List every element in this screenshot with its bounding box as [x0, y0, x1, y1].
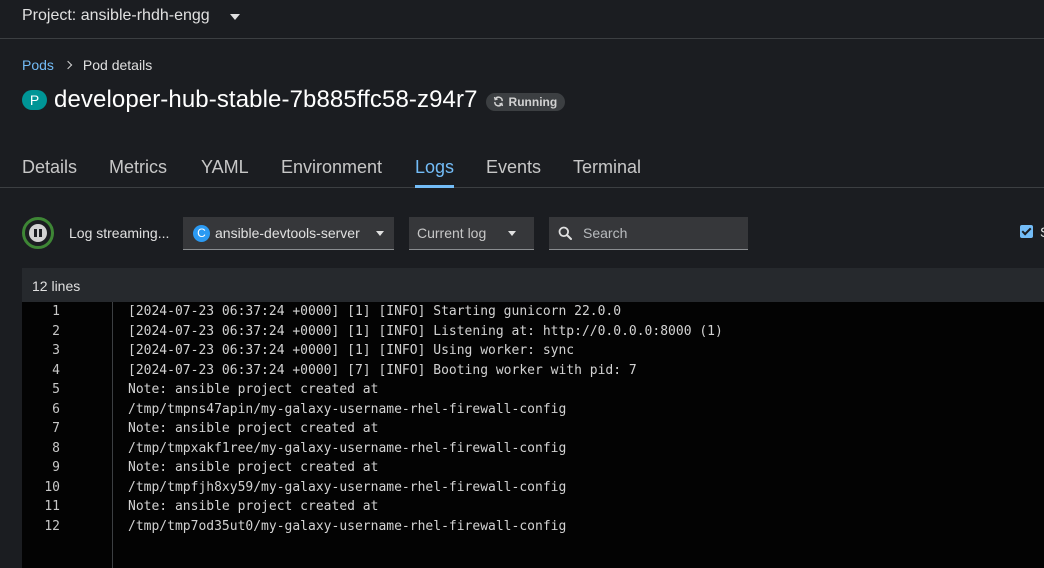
- container-select-value: ansible-devtools-server: [215, 225, 360, 241]
- tab-logs[interactable]: Logs: [415, 157, 455, 188]
- log-type-value: Current log: [417, 225, 487, 241]
- log-line: 1 [2024-07-23 06:37:24 +0000] [1] [INFO] …: [22, 303, 1044, 323]
- wrap-lines-label: S: [1040, 224, 1044, 240]
- container-select[interactable]: C ansible-devtools-server: [183, 217, 394, 250]
- log-line-text: Note: ansible project created at: [128, 382, 379, 397]
- tab-environment[interactable]: Environment: [281, 157, 382, 188]
- log-line: 9 Note: ansible project created at: [22, 459, 1044, 479]
- log-line-count: 12 lines: [22, 268, 1044, 302]
- log-line-number: 3: [52, 343, 60, 358]
- breadcrumb-current: Pod details: [82, 57, 153, 73]
- log-line: 2 [2024-07-23 06:37:24 +0000] [1] [INFO] …: [22, 323, 1044, 343]
- log-line-number: 12: [44, 518, 60, 534]
- log-line-text: [2024-07-23 06:37:24 +0000] [1] [INFO] U…: [128, 343, 575, 358]
- sync-icon: [493, 96, 503, 107]
- log-line-text: Note: ansible project created at: [128, 421, 379, 436]
- log-lines: 1 [2024-07-23 06:37:24 +0000] [1] [INFO] …: [22, 303, 1044, 537]
- log-line-number: 8: [52, 440, 60, 456]
- log-line-number: 2: [52, 323, 60, 339]
- container-badge: C: [193, 224, 210, 242]
- search-icon: [558, 226, 572, 240]
- log-line-number: 4: [52, 362, 60, 378]
- log-line: 12/tmp/tmp7od35ut0/my-galaxy-username-rh…: [22, 518, 1044, 538]
- status-label: Running: [508, 94, 558, 109]
- log-line-number: 5: [52, 382, 60, 397]
- page-title-row: P developer-hub-stable-7b885ffc58-z94r7 …: [22, 86, 566, 114]
- log-line: 11 Note: ansible project created at: [22, 498, 1044, 518]
- caret-down-icon: [508, 231, 516, 236]
- log-type-select[interactable]: Current log: [409, 217, 534, 250]
- log-line-number: 7: [52, 421, 60, 436]
- breadcrumb: Pods Pod details: [22, 57, 152, 73]
- caret-down-icon: [376, 231, 384, 236]
- chevron-right-icon: [63, 60, 73, 70]
- tab-yaml[interactable]: YAML: [201, 157, 249, 188]
- tab-metrics[interactable]: Metrics: [109, 157, 167, 188]
- log-line: 10/tmp/tmpfjh8xy59/my-galaxy-username-rh…: [22, 479, 1044, 499]
- status-badge: Running: [485, 92, 566, 111]
- log-toolbar: Log streaming... C ansible-devtools-serv…: [22, 216, 1044, 250]
- search-input[interactable]: [583, 225, 733, 241]
- log-line-text: [2024-07-23 06:37:24 +0000] [1] [INFO] L…: [128, 323, 723, 339]
- log-search[interactable]: [549, 217, 748, 250]
- breadcrumb-link-pods[interactable]: Pods: [22, 57, 54, 73]
- log-line-text: [2024-07-23 06:37:24 +0000] [1] [INFO] S…: [128, 304, 622, 319]
- project-selector[interactable]: Project: ansible-rhdh-engg: [22, 7, 240, 25]
- log-line-number: 6: [52, 401, 60, 417]
- log-line-text: [2024-07-23 06:37:24 +0000] [7] [INFO] B…: [128, 362, 637, 378]
- log-line: 3 [2024-07-23 06:37:24 +0000] [1] [INFO] …: [22, 342, 1044, 362]
- log-line-text: Note: ansible project created at: [128, 499, 379, 514]
- pause-streaming-button[interactable]: [22, 217, 54, 249]
- log-line: 6/tmp/tmpns47apin/my-galaxy-username-rhe…: [22, 401, 1044, 421]
- log-line: 4 [2024-07-23 06:37:24 +0000] [7] [INFO] …: [22, 362, 1044, 382]
- tab-terminal[interactable]: Terminal: [573, 157, 641, 188]
- log-line-number: 9: [52, 460, 60, 475]
- pod-resource-badge: P: [22, 90, 47, 110]
- log-line-number: 1: [52, 304, 60, 319]
- log-viewer: 12 lines 1 [2024-07-23 06:37:24 +0000] [1…: [22, 268, 1044, 568]
- log-line-text: /tmp/tmpxakf1ree/my-galaxy-username-rhel…: [128, 440, 567, 456]
- pause-icon: [29, 224, 47, 242]
- tab-bar: Details Metrics YAML Environment Logs Ev…: [0, 145, 1044, 188]
- page-title: developer-hub-stable-7b885ffc58-z94r7: [54, 86, 478, 113]
- streaming-status-label: Log streaming...: [69, 225, 170, 241]
- log-line-text: /tmp/tmpns47apin/my-galaxy-username-rhel…: [128, 401, 567, 417]
- log-line: 7 Note: ansible project created at: [22, 420, 1044, 440]
- log-line-text: /tmp/tmpfjh8xy59/my-galaxy-username-rhel…: [128, 479, 567, 495]
- log-line-text: /tmp/tmp7od35ut0/my-galaxy-username-rhel…: [128, 518, 567, 534]
- wrap-lines-checkbox[interactable]: [1020, 225, 1033, 238]
- tab-details[interactable]: Details: [22, 157, 77, 188]
- log-line-number: 10: [44, 479, 60, 495]
- log-line-number: 11: [44, 499, 60, 514]
- log-line-text: Note: ansible project created at: [128, 460, 379, 475]
- project-bar: Project: ansible-rhdh-engg: [0, 0, 1044, 39]
- tab-events[interactable]: Events: [486, 157, 541, 188]
- project-label: Project: ansible-rhdh-engg: [22, 7, 210, 24]
- log-line: 8/tmp/tmpxakf1ree/my-galaxy-username-rhe…: [22, 440, 1044, 460]
- caret-down-icon: [229, 14, 240, 20]
- log-line: 5 Note: ansible project created at: [22, 381, 1044, 401]
